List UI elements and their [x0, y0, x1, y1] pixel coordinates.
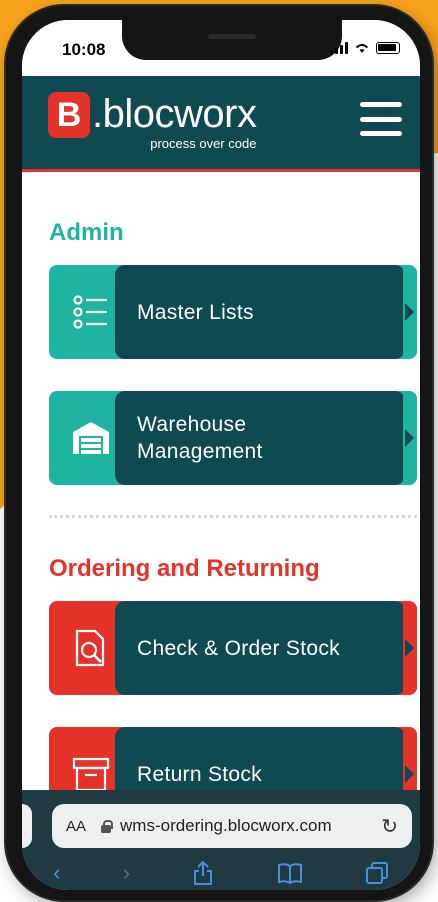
- bookmarks-icon[interactable]: [277, 862, 303, 884]
- url-text: wms-ordering.blocworx.com: [120, 816, 332, 835]
- phone-notch: [122, 20, 342, 60]
- signal-icon: [330, 42, 348, 54]
- wifi-icon: [355, 44, 369, 53]
- status-bar: 10:08: [22, 20, 420, 76]
- logo-wordmark: .blocworx process over code: [92, 92, 257, 151]
- tabs-icon[interactable]: [365, 861, 389, 885]
- share-icon[interactable]: [192, 860, 214, 886]
- menu-card-warehouse-management[interactable]: Warehouse Management: [49, 391, 417, 485]
- menu-card-label: Master Lists: [115, 265, 405, 359]
- section-title-admin: Admin: [49, 219, 124, 246]
- browser-toolbar: ‹ ›: [22, 856, 420, 890]
- address-bar[interactable]: AA wms-ordering.blocworx.com ↻: [52, 804, 412, 848]
- hamburger-menu-button[interactable]: [360, 102, 402, 136]
- menu-card-label: Check & Order Stock: [115, 601, 405, 695]
- status-time: 10:08: [62, 40, 106, 59]
- battery-icon: [376, 42, 400, 54]
- menu-card-label: Warehouse Management: [115, 391, 405, 485]
- phone-screen: 10:08 B .blocworx process over code Admi…: [22, 20, 420, 890]
- back-icon[interactable]: ‹: [53, 860, 60, 886]
- status-icons: [330, 42, 400, 54]
- logo-text: .blocworx: [92, 92, 257, 136]
- phone-frame: 10:08 B .blocworx process over code Admi…: [6, 6, 432, 900]
- chevron-right-icon: [405, 429, 414, 447]
- logo-tagline: process over code: [150, 136, 257, 151]
- section-title-ordering: Ordering and Returning: [49, 555, 320, 582]
- menu-line: [360, 131, 402, 136]
- speaker-grille: [208, 34, 256, 39]
- lock-icon: [100, 819, 114, 833]
- app-header: B .blocworx process over code: [22, 76, 420, 172]
- logo-mark: B: [48, 92, 90, 138]
- chevron-right-icon: [405, 303, 414, 321]
- menu-card-master-lists[interactable]: Master Lists: [49, 265, 417, 359]
- chevron-right-icon: [405, 765, 414, 783]
- menu-card-check-order-stock[interactable]: Check & Order Stock: [49, 601, 417, 695]
- chevron-right-icon: [405, 639, 414, 657]
- menu-line: [360, 116, 402, 122]
- text-size-button[interactable]: AA: [66, 818, 86, 835]
- browser-bar: AA wms-ordering.blocworx.com ↻ ‹ ›: [22, 790, 420, 890]
- reload-icon[interactable]: ↻: [381, 814, 398, 839]
- section-divider: [49, 515, 417, 518]
- forward-icon[interactable]: ›: [123, 860, 130, 886]
- previous-tab-preview[interactable]: [22, 804, 32, 848]
- menu-line: [360, 102, 402, 107]
- blocworx-logo[interactable]: B .blocworx process over code: [48, 92, 257, 151]
